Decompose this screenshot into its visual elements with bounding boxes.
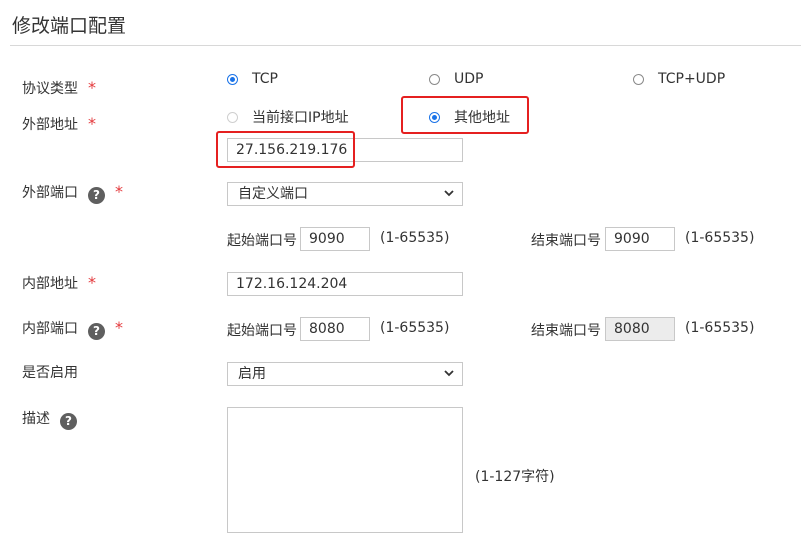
internal-end-port-range: (1-65535)	[685, 320, 755, 336]
protocol-label: 协议类型	[22, 81, 78, 97]
required-mark: *	[88, 273, 96, 292]
enabled-label: 是否启用	[22, 365, 78, 381]
external-end-port-label: 结束端口号	[531, 233, 601, 249]
radio-unchecked-icon	[429, 73, 440, 85]
external-port-label-row: 外部端口? *	[22, 182, 123, 204]
radio-label: UDP	[454, 71, 484, 87]
protocol-tcp-radio[interactable]: TCP	[227, 71, 278, 87]
radio-label: 当前接口IP地址	[252, 110, 349, 126]
enabled-label-row: 是否启用	[22, 362, 78, 382]
internal-start-port-label: 起始端口号	[227, 323, 297, 339]
required-mark: *	[88, 78, 96, 97]
internal-address-input[interactable]	[227, 272, 463, 296]
description-limit-hint: (1-127字符)	[475, 469, 555, 485]
internal-address-label: 内部地址	[22, 276, 78, 292]
protocol-udp-radio[interactable]: UDP	[429, 71, 483, 87]
internal-end-port-input	[605, 317, 675, 341]
internal-start-port-input[interactable]	[300, 317, 370, 341]
select-value: 启用	[238, 366, 266, 382]
page-title: 修改端口配置	[12, 15, 127, 37]
current-interface-ip-radio[interactable]: 当前接口IP地址	[227, 107, 349, 127]
radio-unchecked-icon	[633, 73, 644, 85]
external-address-label-row: 外部地址 *	[22, 114, 96, 134]
radio-disabled-icon	[227, 111, 238, 123]
external-port-label: 外部端口	[22, 185, 78, 201]
external-start-port-label: 起始端口号	[227, 233, 297, 249]
required-mark: *	[115, 318, 123, 337]
highlight-box-external-address	[216, 131, 355, 168]
required-mark: *	[88, 114, 96, 133]
help-icon[interactable]: ?	[88, 323, 105, 340]
internal-address-label-row: 内部地址 *	[22, 273, 96, 293]
external-address-label: 外部地址	[22, 117, 78, 133]
radio-label: TCP	[252, 71, 278, 87]
protocol-label-row: 协议类型 *	[22, 78, 96, 98]
description-label: 描述	[22, 411, 50, 427]
highlight-box-other-address	[401, 96, 529, 134]
enabled-select[interactable]: 启用	[227, 362, 463, 386]
help-icon[interactable]: ?	[88, 187, 105, 204]
external-port-mode-select[interactable]: 自定义端口	[227, 182, 463, 206]
external-start-port-range: (1-65535)	[380, 230, 450, 246]
external-start-port-input[interactable]	[300, 227, 370, 251]
help-icon[interactable]: ?	[60, 413, 77, 430]
radio-label: TCP+UDP	[658, 71, 726, 87]
chevron-down-icon	[444, 190, 454, 197]
internal-start-port-range: (1-65535)	[380, 320, 450, 336]
description-textarea[interactable]	[227, 407, 463, 533]
title-divider	[10, 45, 801, 46]
description-label-row: 描述?	[22, 408, 77, 430]
required-mark: *	[115, 182, 123, 201]
internal-port-label: 内部端口	[22, 321, 78, 337]
external-end-port-input[interactable]	[605, 227, 675, 251]
external-end-port-range: (1-65535)	[685, 230, 755, 246]
protocol-tcp-udp-radio[interactable]: TCP+UDP	[633, 71, 725, 87]
chevron-down-icon	[444, 370, 454, 377]
internal-port-label-row: 内部端口? *	[22, 318, 123, 340]
select-value: 自定义端口	[238, 186, 308, 202]
internal-end-port-label: 结束端口号	[531, 323, 601, 339]
radio-checked-icon	[227, 73, 238, 85]
